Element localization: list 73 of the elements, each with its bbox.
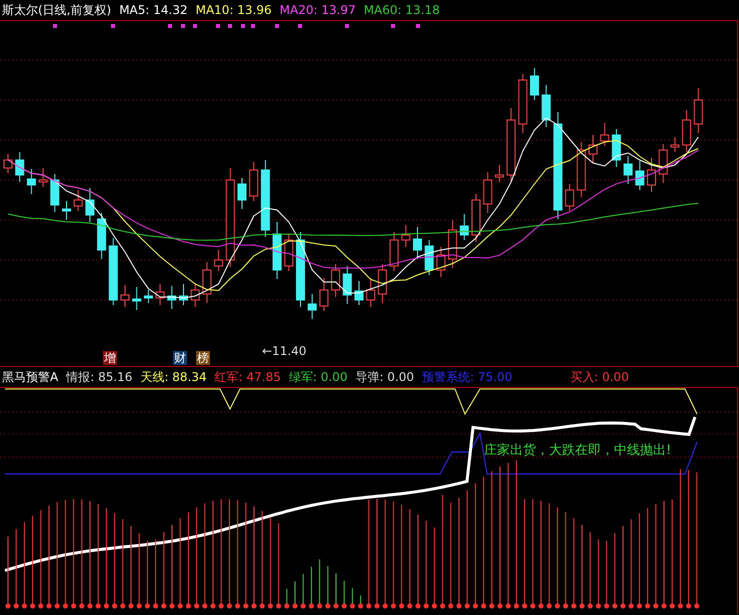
chart-title: 斯太尔(日线,前复权)	[2, 2, 112, 19]
candlestick	[694, 88, 703, 134]
indicator-reading: 买入: 0.00	[570, 369, 629, 385]
candlestick	[472, 194, 480, 242]
candlestick	[424, 240, 434, 276]
candlestick	[576, 142, 586, 198]
candlestick	[238, 178, 246, 210]
candlestick	[319, 278, 328, 312]
candlestick	[401, 224, 410, 248]
candlestick	[132, 286, 142, 310]
candlestick	[97, 212, 106, 260]
candlestick	[354, 280, 364, 306]
candlestick	[460, 214, 469, 240]
candlestick	[565, 184, 574, 212]
candlestick	[74, 190, 83, 212]
event-tag: 榜	[196, 351, 210, 365]
candlestick	[682, 110, 692, 152]
candlestick	[483, 172, 492, 214]
moving-average-reading: MA10: 13.96	[196, 2, 272, 19]
indicator-name: 黑马预警A	[2, 369, 58, 385]
candlestick	[284, 234, 294, 272]
candlestick	[658, 144, 668, 184]
candlestick	[85, 188, 94, 222]
indicator-reading: 绿军: 0.00	[288, 369, 348, 385]
candlestick	[331, 264, 340, 298]
candlestick	[38, 168, 48, 188]
moving-average-reading: MA60: 13.18	[364, 2, 440, 19]
indicator-reading: 天线: 88.34	[140, 369, 207, 385]
candlestick	[4, 154, 12, 174]
candlestick	[272, 222, 282, 280]
candlestick	[518, 74, 528, 134]
candlestick	[156, 284, 165, 306]
candlestick	[342, 266, 352, 304]
candlestick	[249, 162, 258, 202]
candlestick	[390, 232, 399, 272]
candlestick	[448, 220, 458, 268]
candlestick	[612, 128, 621, 168]
candlestick	[308, 294, 317, 320]
candlestick	[635, 160, 644, 190]
candlestick	[26, 168, 36, 194]
candlestick	[202, 262, 212, 304]
candlestick	[378, 264, 387, 304]
event-tag: 增	[103, 351, 117, 365]
candlestick	[366, 278, 376, 308]
candlestick	[50, 174, 60, 212]
candlestick	[670, 136, 680, 152]
candlestick	[494, 164, 504, 182]
candlestick	[624, 156, 633, 184]
candlestick	[436, 246, 446, 278]
moving-average-reading: MA20: 13.97	[280, 2, 356, 19]
indicator-reading: 导弹: 0.00	[355, 369, 414, 385]
candlestick	[15, 152, 24, 182]
candlestick	[542, 84, 551, 128]
moving-average-reading: MA5: 14.32	[119, 2, 188, 19]
candlestick	[413, 226, 422, 260]
candlestick	[600, 122, 610, 146]
signal-message: 庄家出货，大跌在即，中线抛出!	[484, 444, 672, 458]
candlestick	[647, 158, 656, 192]
candlestick	[179, 284, 188, 306]
event-tag: 财	[173, 351, 187, 365]
candlestick	[588, 134, 598, 164]
low-price-label: ←11.40	[262, 344, 306, 358]
candlestick	[190, 284, 200, 308]
indicator-reading: 红军: 47.85	[214, 369, 281, 385]
candlestick	[144, 290, 153, 304]
candlestick	[120, 284, 130, 308]
candlestick	[62, 200, 71, 220]
candlestick	[167, 286, 176, 310]
candlestick	[530, 68, 539, 100]
indicator-reading: 情报: 85.16	[66, 369, 132, 385]
candlestick	[108, 238, 118, 306]
indicator-reading: 预警系统: 75.00	[422, 369, 512, 385]
candlestick	[214, 250, 224, 272]
